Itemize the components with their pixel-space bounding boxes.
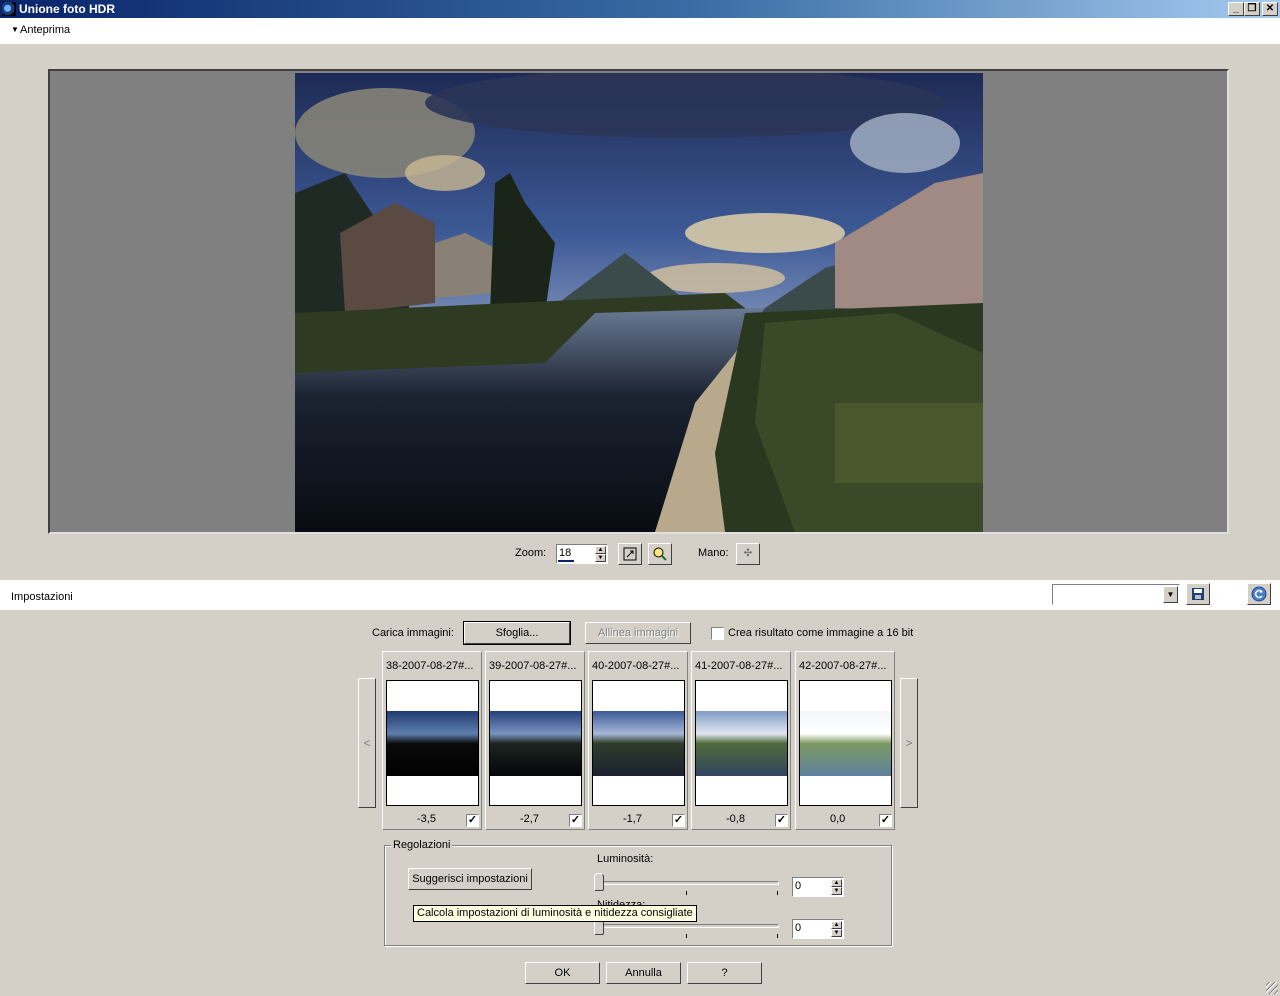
brightness-spinbox[interactable]: 0 ▲ ▼ [792,877,844,897]
brightness-tick [686,891,687,895]
thumbnail-checkbox[interactable]: ✓ [775,814,788,827]
help-button[interactable]: ? [687,962,762,984]
thumbnail-card[interactable]: 38-2007-08-27#... -3,5 ✓ [382,651,482,830]
sharpness-tick [686,934,687,938]
chevron-down-icon[interactable]: ▼ [1163,586,1178,603]
preset-dropdown[interactable]: ▼ [1052,584,1180,605]
thumbnail-filename: 40-2007-08-27#... [592,660,680,672]
brightness-spin-arrows[interactable]: ▲ ▼ [831,879,842,895]
save-preset-button[interactable] [1186,583,1210,605]
move-cross-icon: ✣ [743,548,753,559]
minimize-button[interactable]: _ [1228,2,1244,16]
brightness-label: Luminosità: [597,853,654,865]
thumbnail-image[interactable] [695,680,788,806]
hdr-preview-image [295,73,983,532]
zoom-up-icon[interactable]: ▲ [595,546,606,554]
zoom-spinbox[interactable]: 18 ▲ ▼ [556,544,608,564]
close-button[interactable]: ✕ [1262,2,1278,16]
create-16bit-label: Crea risultato come immagine a 16 bit [728,627,914,639]
adjustments-legend: Regolazioni [391,839,453,851]
thumbnail-photo [800,711,891,776]
preview-section-header[interactable]: ▼ Anteprima [0,18,1280,44]
reset-arrow-icon [1251,586,1267,602]
settings-section-label: Impostazioni [11,591,73,603]
thumbnail-checkbox[interactable]: ✓ [879,814,892,827]
fit-window-icon [623,547,637,561]
suggest-settings-button[interactable]: Suggerisci impostazioni [408,868,532,890]
sharpness-down-icon[interactable]: ▼ [831,929,842,937]
brightness-value[interactable]: 0 [795,880,801,892]
zoom-down-icon[interactable]: ▼ [595,554,606,562]
ok-button[interactable]: OK [525,962,600,984]
thumbnail-card[interactable]: 41-2007-08-27#... -0,8 ✓ [691,651,791,830]
load-images-label: Carica immagini: [372,627,454,639]
hand-tool-button[interactable]: ✣ [736,543,760,565]
brightness-tick [777,891,778,895]
ev-value: 0,0 [830,813,846,825]
thumbnail-image[interactable] [386,680,479,806]
ev-value: -2,7 [520,813,539,825]
brightness-down-icon[interactable]: ▼ [831,887,842,895]
sharpness-spin-arrows[interactable]: ▲ ▼ [831,921,842,937]
thumbnail-filename: 38-2007-08-27#... [386,660,474,672]
thumbnail-filename: 42-2007-08-27#... [799,660,887,672]
sharpness-tick [777,934,778,938]
thumbnail-photo [490,711,581,776]
zoom-value[interactable]: 18 [559,547,571,559]
brightness-slider-track[interactable] [597,881,779,885]
collapse-triangle-icon[interactable]: ▼ [11,25,19,34]
thumbnail-card[interactable]: 40-2007-08-27#... -1,7 ✓ [588,651,688,830]
ev-value: -3,5 [417,813,436,825]
thumbnail-checkbox[interactable]: ✓ [569,814,582,827]
thumbnail-filename: 41-2007-08-27#... [695,660,783,672]
ev-value: -0,8 [726,813,745,825]
thumbnail-checkbox[interactable]: ✓ [672,814,685,827]
zoom-label: Zoom: [515,547,547,559]
thumbnail-image[interactable] [799,680,892,806]
suggest-settings-tooltip: Calcola impostazioni di luminosità e nit… [413,905,697,922]
ev-value: -1,7 [623,813,642,825]
window-title: Unione foto HDR [19,2,115,16]
thumbnail-checkbox[interactable]: ✓ [466,814,479,827]
sharpness-up-icon[interactable]: ▲ [831,921,842,929]
magnifier-icon [653,547,667,561]
title-bar: Unione foto HDR _ ❐ ✕ [0,0,1280,18]
restore-button[interactable]: ❐ [1244,2,1260,16]
app-icon [2,2,16,16]
thumbnail-filename: 39-2007-08-27#... [489,660,577,672]
create-16bit-checkbox[interactable] [711,627,724,640]
brightness-up-icon[interactable]: ▲ [831,879,842,887]
sharpness-value[interactable]: 0 [795,922,801,934]
align-images-button[interactable]: Allinea immagini [585,622,691,644]
preview-section-label: Anteprima [20,24,71,36]
zoom-spin-arrows[interactable]: ▲ ▼ [595,546,606,562]
prev-images-button[interactable]: < [358,678,376,808]
actual-size-button[interactable] [648,543,672,565]
resize-grip-icon[interactable] [1266,982,1278,994]
reset-button[interactable] [1247,583,1271,605]
thumbnail-photo [696,711,787,776]
preview-panel[interactable] [48,69,1229,534]
sharpness-slider-track[interactable] [597,924,779,928]
thumbnail-photo [387,711,478,776]
thumbnail-card[interactable]: 42-2007-08-27#... 0,0 ✓ [795,651,895,830]
thumbnail-image[interactable] [489,680,582,806]
next-images-button[interactable]: > [900,678,918,808]
hand-label: Mano: [698,547,729,559]
thumbnail-photo [593,711,684,776]
floppy-disk-icon [1192,588,1204,600]
browse-button[interactable]: Sfoglia... [463,621,571,645]
thumbnail-image[interactable] [592,680,685,806]
brightness-slider-thumb[interactable] [594,873,604,891]
zoom-focus-underline [558,560,574,562]
cancel-button[interactable]: Annulla [606,962,681,984]
fit-to-window-button[interactable] [618,543,642,565]
sharpness-spinbox[interactable]: 0 ▲ ▼ [792,919,844,939]
thumbnail-card[interactable]: 39-2007-08-27#... -2,7 ✓ [485,651,585,830]
